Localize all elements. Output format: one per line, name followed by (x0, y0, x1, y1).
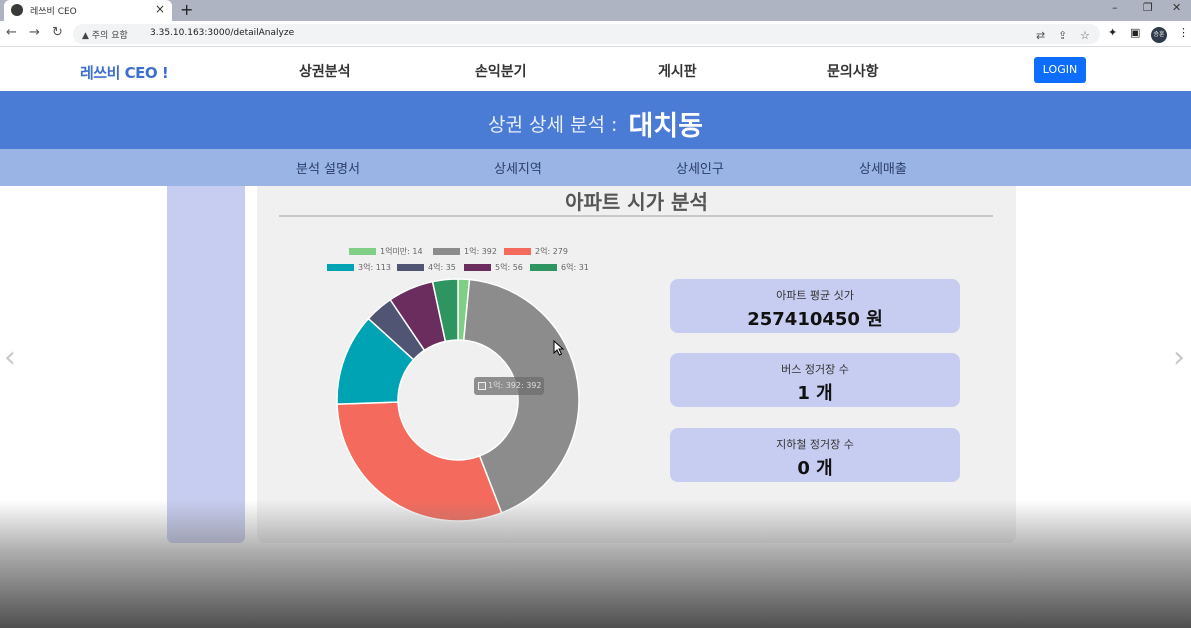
url-field[interactable]: ▲ 주의 요함 3.35.10.163:3000/detailAnalyze ⇄… (73, 24, 1100, 44)
legend-item[interactable]: 4억: 35 (397, 262, 456, 273)
tab-title: 레쓰비 CEO (30, 7, 77, 17)
extensions-icon[interactable]: ✦ (1108, 26, 1117, 39)
stat-label: 아파트 평균 싯가 (776, 289, 854, 302)
subnav-detail-region[interactable]: 상세지역 (494, 158, 542, 177)
tooltip-text: 1억: 392: 392 (488, 381, 542, 390)
share-icon[interactable]: ⇪ (1058, 29, 1067, 42)
page-title-band: 상권 상세 분석 : 대치동 (0, 91, 1191, 149)
mouse-cursor-icon (553, 340, 565, 356)
nav-link-market-analysis[interactable]: 상권분석 (299, 61, 351, 81)
bottom-overlay (0, 500, 1191, 628)
page-title-area: 대치동 (628, 111, 704, 142)
legend-swatch (397, 264, 424, 271)
site-logo[interactable]: 레쓰비 CEO ! (80, 62, 169, 83)
side-panel (167, 186, 245, 543)
legend-swatch (504, 248, 531, 255)
legend-item[interactable]: 3억: 113 (327, 262, 391, 273)
stat-avg-price: 아파트 평균 싯가 257410450 원 (670, 279, 960, 333)
sidepanel-icon[interactable]: ▣ (1130, 26, 1140, 39)
login-button[interactable]: LOGIN (1034, 57, 1086, 83)
legend-item[interactable]: 2억: 279 (504, 246, 568, 257)
carousel-prev-icon[interactable]: ‹ (4, 340, 16, 375)
carousel-next-icon[interactable]: › (1173, 340, 1185, 375)
reload-icon[interactable]: ↻ (52, 25, 63, 40)
restore-icon[interactable]: ❐ (1143, 1, 1153, 14)
nav-link-inquiry[interactable]: 문의사항 (827, 61, 879, 81)
page-title-prefix: 상권 상세 분석 : (487, 114, 618, 136)
sub-navigation: 분석 설명서 상세지역 상세인구 상세매출 (0, 149, 1191, 186)
legend-swatch (530, 264, 557, 271)
nav-link-breakeven[interactable]: 손익분기 (475, 61, 527, 81)
globe-icon (11, 4, 23, 16)
translate-icon[interactable]: ⇄ (1036, 29, 1045, 42)
url-text: 3.35.10.163:3000/detailAnalyze (150, 28, 295, 38)
legend-item[interactable]: 5억: 56 (464, 262, 523, 273)
legend-item[interactable]: 6억: 31 (530, 262, 589, 273)
stat-value: 1 개 (797, 383, 833, 404)
stat-bus-stops: 버스 정거장 수 1 개 (670, 353, 960, 407)
profile-avatar[interactable]: 승훈 (1151, 27, 1167, 43)
site-header: 레쓰비 CEO ! 상권분석 손익분기 게시판 문의사항 LOGIN (0, 48, 1191, 91)
subnav-detail-population[interactable]: 상세인구 (676, 158, 724, 177)
legend-label: 1억: 392 (464, 247, 497, 256)
forward-icon[interactable]: → (29, 25, 40, 40)
tooltip-swatch (478, 382, 486, 390)
stat-value: 0 개 (797, 458, 833, 479)
back-icon[interactable]: ← (6, 25, 17, 40)
subnav-guide[interactable]: 분석 설명서 (296, 158, 360, 177)
apartment-price-donut-chart[interactable] (332, 274, 584, 526)
stat-label: 버스 정거장 수 (781, 363, 849, 376)
legend-label: 5억: 56 (495, 263, 523, 272)
bookmark-star-icon[interactable]: ☆ (1080, 29, 1090, 42)
browser-tab-bar: 레쓰비 CEO × + – ❐ ✕ (0, 0, 1191, 21)
address-bar-row: ← → ↻ ▲ 주의 요함 3.35.10.163:3000/detailAna… (0, 21, 1191, 47)
legend-swatch (433, 248, 460, 255)
legend-label: 1억미만: 14 (380, 247, 423, 256)
card-title: 아파트 시가 분석 (565, 190, 708, 214)
new-tab-button[interactable]: + (180, 0, 193, 19)
close-tab-icon[interactable]: × (155, 2, 165, 16)
legend-swatch (349, 248, 376, 255)
minimize-icon[interactable]: – (1112, 1, 1118, 14)
legend-item[interactable]: 1억미만: 14 (349, 246, 423, 257)
legend-label: 6억: 31 (561, 263, 589, 272)
stat-subway-stops: 지하철 정거장 수 0 개 (670, 428, 960, 482)
legend-item[interactable]: 1억: 392 (433, 246, 497, 257)
nav-link-board[interactable]: 게시판 (658, 61, 697, 81)
browser-tab[interactable]: 레쓰비 CEO × (4, 0, 172, 21)
legend-label: 2억: 279 (535, 247, 568, 256)
legend-swatch (464, 264, 491, 271)
security-warning[interactable]: ▲ 주의 요함 (82, 28, 128, 41)
legend-label: 4억: 35 (428, 263, 456, 272)
legend-swatch (327, 264, 354, 271)
stat-value: 257410450 원 (747, 309, 883, 330)
card-divider (279, 215, 993, 217)
window-close-icon[interactable]: ✕ (1172, 1, 1181, 14)
subnav-detail-sales[interactable]: 상세매출 (859, 158, 907, 177)
chart-tooltip: 1억: 392: 392 (474, 377, 544, 395)
legend-label: 3억: 113 (358, 263, 391, 272)
menu-icon[interactable]: ⋮ (1178, 26, 1189, 39)
stat-label: 지하철 정거장 수 (776, 438, 854, 451)
